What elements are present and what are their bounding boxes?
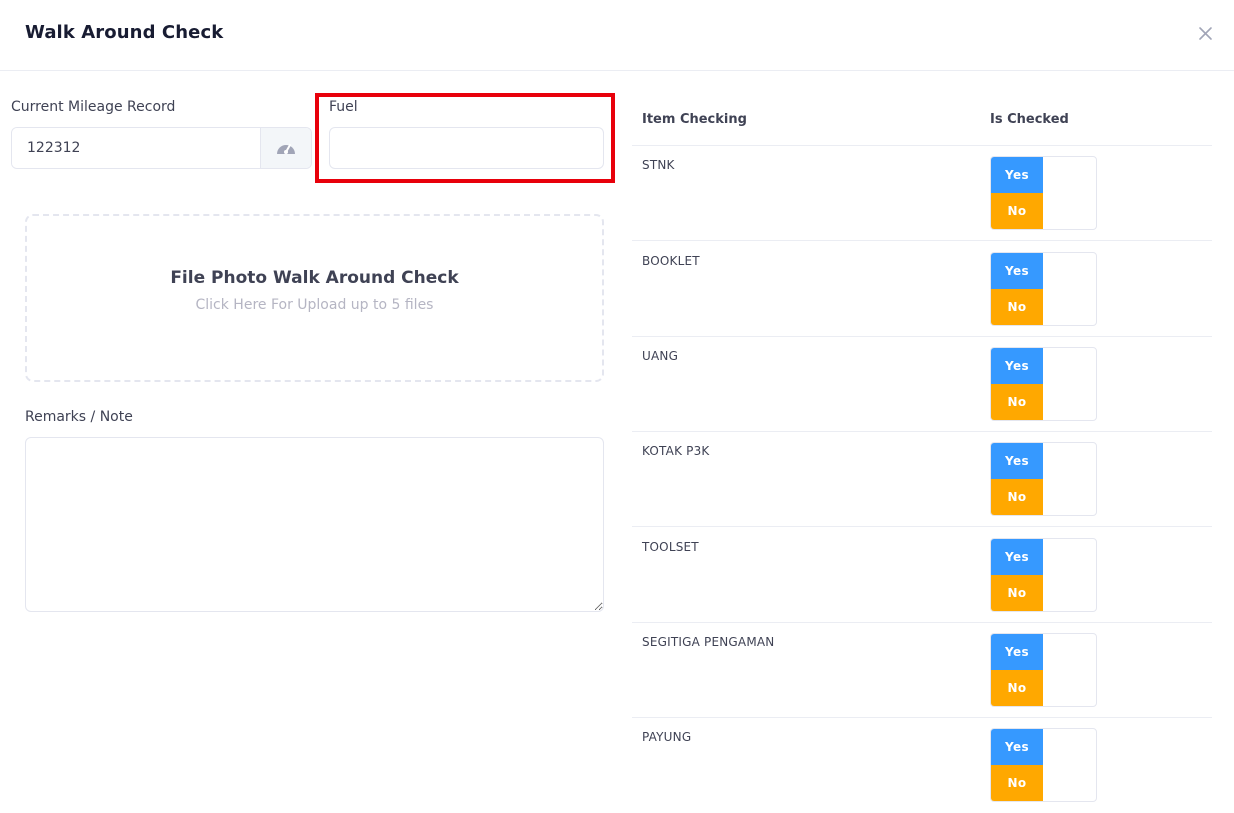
item-label: STNK [642,158,675,172]
no-button[interactable]: No [991,479,1043,515]
yes-no-toggle: Yes No [990,442,1097,516]
item-label: UANG [642,349,679,363]
yes-button[interactable]: Yes [991,253,1043,289]
no-button[interactable]: No [991,765,1043,801]
yes-button[interactable]: Yes [991,634,1043,670]
table-row: PAYUNG Yes No [632,718,1212,813]
yes-no-toggle: Yes No [990,252,1097,326]
mileage-input-group [11,127,312,169]
no-button[interactable]: No [991,670,1043,706]
remarks-textarea[interactable] [25,437,604,612]
yes-no-toggle: Yes No [990,728,1097,802]
close-icon[interactable] [1196,24,1216,44]
no-button[interactable]: No [991,289,1043,325]
yes-button[interactable]: Yes [991,157,1043,193]
mileage-input[interactable] [12,128,260,168]
table-row: KOTAK P3K Yes No [632,432,1212,527]
table-row: SEGITIGA PENGAMAN Yes No [632,623,1212,718]
yes-no-toggle: Yes No [990,633,1097,707]
table-row: UANG Yes No [632,337,1212,432]
yes-button[interactable]: Yes [991,443,1043,479]
no-button[interactable]: No [991,384,1043,420]
fuel-input[interactable] [329,127,604,169]
item-label: BOOKLET [642,254,700,268]
yes-button[interactable]: Yes [991,539,1043,575]
column-header-checked: Is Checked [990,112,1069,127]
no-button[interactable]: No [991,193,1043,229]
remarks-label: Remarks / Note [25,409,133,425]
upload-subtitle: Click Here For Upload up to 5 files [195,297,434,313]
yes-no-toggle: Yes No [990,538,1097,612]
item-label: PAYUNG [642,730,692,744]
mileage-label: Current Mileage Record [11,99,176,115]
table-row: TOOLSET Yes No [632,528,1212,623]
yes-no-toggle: Yes No [990,156,1097,230]
upload-title: File Photo Walk Around Check [170,268,459,288]
table-row: STNK Yes No [632,146,1212,241]
item-label: SEGITIGA PENGAMAN [642,635,775,649]
item-label: TOOLSET [642,540,699,554]
table-row: BOOKLET Yes No [632,242,1212,337]
yes-button[interactable]: Yes [991,348,1043,384]
modal-title: Walk Around Check [25,22,224,43]
modal-header: Walk Around Check [0,0,1234,71]
item-label: KOTAK P3K [642,444,710,458]
no-button[interactable]: No [991,575,1043,611]
speedometer-icon [260,128,311,168]
yes-button[interactable]: Yes [991,729,1043,765]
yes-no-toggle: Yes No [990,347,1097,421]
column-header-item: Item Checking [642,112,747,127]
file-upload-dropzone[interactable]: File Photo Walk Around Check Click Here … [25,214,604,382]
